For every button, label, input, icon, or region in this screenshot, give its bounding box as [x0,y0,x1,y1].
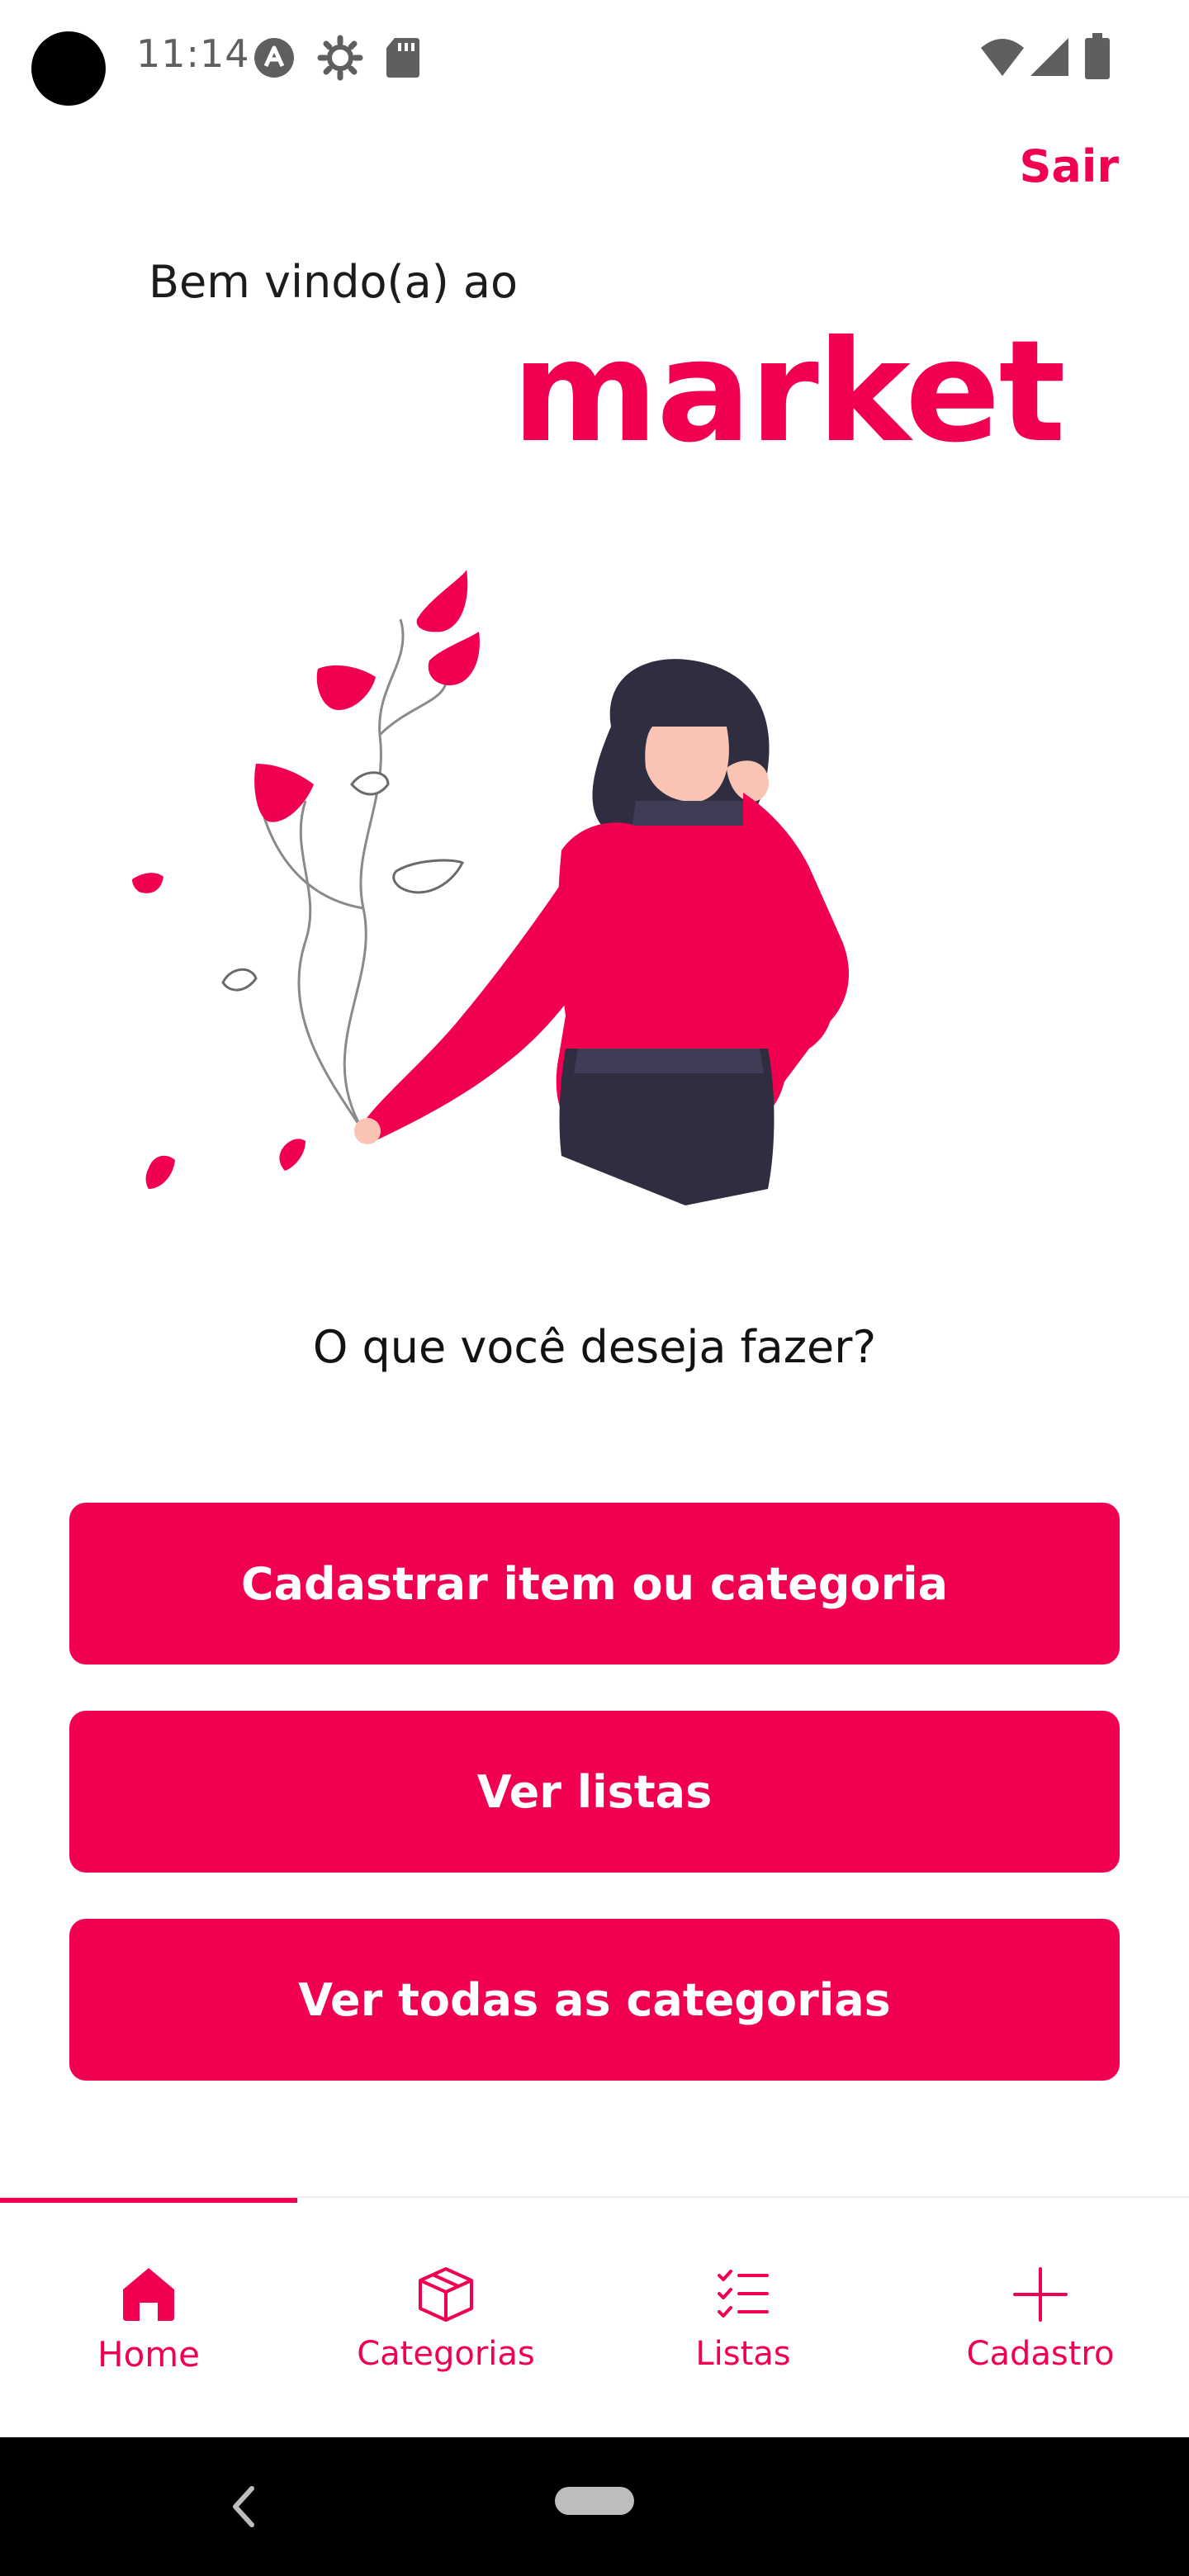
view-lists-button[interactable]: Ver listas [69,1711,1120,1873]
welcome-text: Bem vindo(a) ao [149,256,519,308]
app-notification-icon [254,38,294,78]
wifi-icon [981,39,1024,76]
home-pill-button[interactable] [555,2487,634,2515]
brand-logo-text: market [512,310,1066,474]
question-heading: O que você deseja fazer? [312,1321,877,1373]
logout-link[interactable]: Sair [1020,140,1119,192]
box-icon [419,2267,473,2322]
status-time: 11:14 [136,31,250,76]
signal-icon [1030,38,1068,76]
bottom-tab-bar: Home Categorias Listas Cadastro [0,2196,1189,2439]
checklist-icon [718,2270,769,2318]
view-all-categories-button[interactable]: Ver todas as categorias [69,1919,1120,2081]
tab-lists[interactable]: Listas [594,2203,892,2434]
sd-card-icon [386,38,419,78]
tab-home[interactable]: Home [0,2203,297,2434]
plus-icon [1013,2267,1068,2322]
tab-label: Listas [695,2335,791,2373]
camera-cutout [31,31,106,106]
tab-label: Home [97,2333,201,2375]
back-chevron-icon[interactable] [227,2484,260,2530]
tab-register[interactable]: Cadastro [892,2203,1189,2434]
home-icon [123,2267,174,2321]
battery-icon [1085,33,1110,79]
tab-categories[interactable]: Categorias [297,2203,594,2434]
app-screen: 11:14 Sair Bem vindo(a) ao market O que … [0,0,1189,2576]
settings-gear-icon [317,35,363,81]
system-navigation-bar [0,2437,1189,2576]
tab-label: Cadastro [966,2335,1115,2373]
register-item-category-button[interactable]: Cadastrar item ou categoria [69,1503,1120,1664]
woman-with-leaves-illustration [132,570,850,1205]
status-bar: 11:14 [0,0,1189,116]
tab-label: Categorias [357,2335,535,2373]
